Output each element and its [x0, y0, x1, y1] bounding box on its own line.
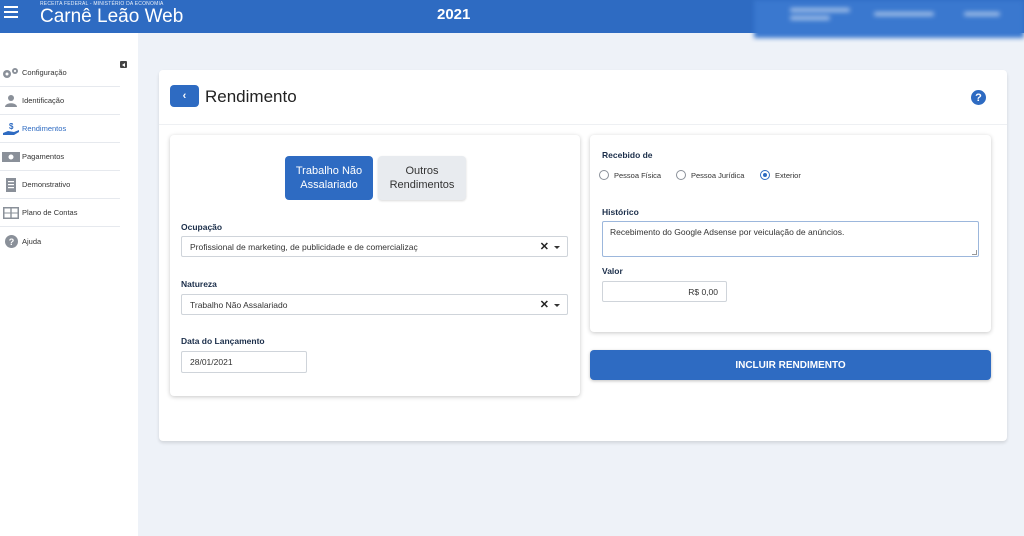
natureza-select[interactable]: Trabalho Não Assalariado ✕ — [181, 294, 568, 315]
radio-label: Exterior — [775, 170, 801, 180]
sidebar-item-label: Pagamentos — [22, 152, 65, 161]
clear-ocupacao-icon[interactable]: ✕ — [540, 240, 549, 253]
sidebar-item-demonstrativo[interactable]: Demonstrativo — [0, 171, 120, 199]
historico-value: Recebimento do Google Adsense por veicul… — [610, 227, 845, 237]
sidebar-item-label: Ajuda — [22, 236, 42, 246]
title-divider — [159, 124, 1007, 125]
help-circle-icon: ? — [2, 234, 20, 248]
radio-button-selected[interactable] — [760, 170, 770, 180]
ocupacao-value: Profissional de marketing, de publicidad… — [190, 242, 418, 252]
sidebar-item-label: Configuração — [22, 68, 67, 77]
radio-button[interactable] — [599, 170, 609, 180]
clear-natureza-icon[interactable]: ✕ — [540, 298, 549, 311]
radio-label: Pessoa Física — [614, 170, 662, 180]
chevron-down-icon[interactable] — [554, 304, 560, 307]
ocupacao-select[interactable]: Profissional de marketing, de publicidad… — [181, 236, 568, 257]
sidebar-item-identificacao[interactable]: Identificação — [0, 87, 120, 115]
document-icon — [2, 177, 20, 192]
radio-pessoa-juridica[interactable]: Pessoa Jurídica — [676, 170, 744, 180]
sidebar-item-label: Demonstrativo — [22, 180, 71, 189]
sidebar-item-configuracao[interactable]: Configuração — [0, 59, 120, 87]
radio-label: Pessoa Jurídica — [691, 170, 745, 180]
data-lancamento-input[interactable]: 28/01/2021 — [181, 351, 307, 373]
data-lancamento-label: Data do Lançamento — [181, 336, 265, 346]
sidebar-item-pagamentos[interactable]: Pagamentos — [0, 143, 120, 171]
sidebar-item-ajuda[interactable]: ? Ajuda — [0, 227, 120, 255]
natureza-value: Trabalho Não Assalariado — [190, 300, 288, 310]
sidebar: Configuração Identificação $ Rendimentos… — [0, 33, 138, 536]
collapse-sidebar-icon[interactable] — [120, 61, 127, 68]
svg-text:$: $ — [9, 122, 14, 131]
menu-icon[interactable] — [4, 6, 18, 18]
app-title: Carnê Leão Web — [40, 6, 184, 27]
resize-handle-icon[interactable] — [972, 250, 977, 255]
sidebar-item-label: Plano de Contas — [22, 208, 78, 217]
chevron-down-icon[interactable] — [554, 246, 560, 249]
natureza-label: Natureza — [181, 279, 217, 289]
radio-exterior[interactable]: Exterior — [760, 170, 801, 180]
valor-label: Valor — [602, 266, 623, 276]
recebido-de-label: Recebido de — [602, 150, 653, 160]
sidebar-item-plano-de-contas[interactable]: Plano de Contas — [0, 199, 120, 227]
tab-trabalho-nao-assalariado[interactable]: Trabalho Não Assalariado — [285, 156, 373, 200]
radio-button[interactable] — [676, 170, 686, 180]
back-button[interactable]: ‹ — [170, 85, 199, 107]
income-type-panel: Trabalho Não Assalariado Outros Rendimen… — [170, 135, 580, 396]
help-icon[interactable]: ? — [971, 90, 986, 105]
ocupacao-label: Ocupação — [181, 222, 223, 232]
valor-input[interactable]: R$ 0,00 — [602, 281, 727, 302]
page-title: Rendimento — [205, 87, 297, 106]
year-label: 2021 — [437, 6, 471, 23]
valor-value: R$ 0,00 — [688, 287, 718, 297]
user-icon — [2, 94, 20, 108]
hand-money-icon: $ — [2, 122, 20, 136]
income-details-panel: Recebido de Pessoa Física Pessoa Jurídic… — [590, 135, 991, 332]
data-lancamento-value: 28/01/2021 — [190, 357, 233, 367]
tab-outros-rendimentos[interactable]: Outros Rendimentos — [378, 156, 466, 200]
banknote-icon — [2, 150, 20, 164]
user-info-area[interactable] — [754, 0, 1024, 38]
sidebar-item-label: Identificação — [22, 96, 65, 105]
svg-text:?: ? — [8, 237, 14, 247]
historico-textarea[interactable]: Recebimento do Google Adsense por veicul… — [602, 221, 979, 257]
incluir-rendimento-button[interactable]: INCLUIR RENDIMENTO — [590, 350, 991, 380]
gears-icon — [2, 66, 20, 80]
radio-pessoa-fisica[interactable]: Pessoa Física — [599, 170, 661, 180]
sidebar-item-rendimentos[interactable]: $ Rendimentos — [0, 115, 120, 143]
sidebar-item-label: Rendimentos — [22, 124, 67, 133]
historico-label: Histórico — [602, 207, 639, 217]
table-icon — [2, 206, 20, 220]
top-header: RECEITA FEDERAL - MINISTÉRIO DA ECONOMIA… — [0, 0, 1024, 38]
